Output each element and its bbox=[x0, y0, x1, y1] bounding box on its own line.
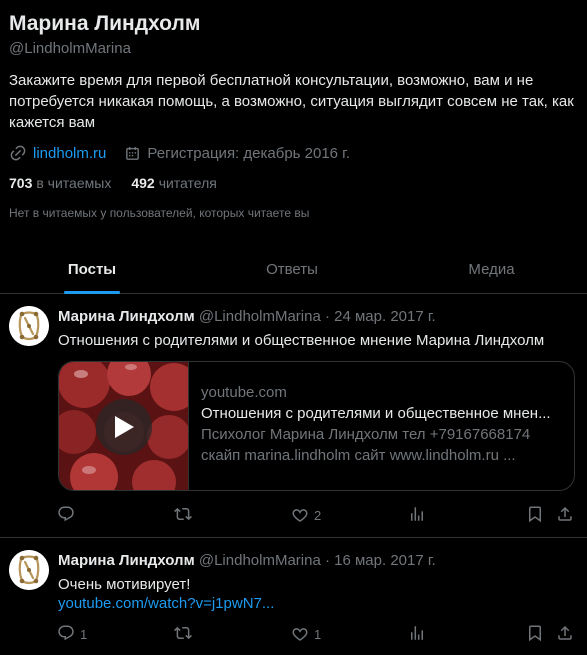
post-handle[interactable]: @LindholmMarina bbox=[199, 308, 321, 325]
repost-button[interactable] bbox=[174, 505, 197, 525]
bookmark-button[interactable] bbox=[526, 505, 544, 525]
reply-icon bbox=[57, 624, 75, 645]
reply-icon bbox=[57, 505, 75, 526]
link-card[interactable]: youtube.com Отношения с родителями и общ… bbox=[58, 361, 575, 491]
repost-button[interactable] bbox=[174, 624, 197, 644]
like-button[interactable]: 2 bbox=[291, 505, 321, 525]
profile-bio: Закажите время для первой бесплатной кон… bbox=[9, 72, 574, 131]
post[interactable]: Марина Линдхолм @LindholmMarina · 16 мар… bbox=[0, 538, 587, 655]
following-count: 703 bbox=[9, 175, 33, 191]
followers-you-know: Нет в читаемых у пользователей, которых … bbox=[9, 206, 310, 220]
share-icon bbox=[556, 505, 574, 526]
reply-count: 1 bbox=[80, 626, 88, 642]
avatar[interactable] bbox=[9, 550, 49, 590]
share-button[interactable] bbox=[556, 624, 574, 644]
like-count: 2 bbox=[314, 507, 322, 523]
tab-replies[interactable]: Ответы bbox=[196, 246, 388, 293]
profile-tabs: Посты Ответы Медиа bbox=[0, 246, 587, 294]
post-link[interactable]: youtube.com/watch?v=j1pwN7... bbox=[58, 595, 274, 612]
following-stat[interactable]: 703 в читаемых bbox=[9, 175, 111, 191]
post-header: Марина Линдхолм @LindholmMarina · 24 мар… bbox=[58, 308, 436, 325]
post-date[interactable]: · 16 мар. 2017 г. bbox=[325, 552, 436, 569]
reply-button[interactable]: 1 bbox=[57, 624, 87, 644]
card-title: Отношения с родителями и общественное мн… bbox=[201, 405, 551, 422]
following-label: в читаемых bbox=[36, 175, 112, 191]
like-count: 1 bbox=[314, 626, 322, 642]
profile-name: Марина Линдхолм bbox=[9, 12, 201, 35]
views-icon bbox=[408, 505, 426, 526]
views-button[interactable] bbox=[408, 624, 426, 644]
bookmark-icon bbox=[526, 505, 544, 526]
post-date[interactable]: · 24 мар. 2017 г. bbox=[325, 308, 436, 325]
profile-meta: lindholm.ru Регистрация: декабрь 2016 г. bbox=[9, 143, 350, 163]
like-icon bbox=[291, 624, 309, 645]
avatar[interactable] bbox=[9, 306, 49, 346]
views-icon bbox=[408, 624, 426, 645]
post[interactable]: Марина Линдхолм @LindholmMarina · 24 мар… bbox=[0, 294, 587, 538]
profile-website-link[interactable]: lindholm.ru bbox=[33, 145, 106, 162]
repost-icon bbox=[174, 505, 192, 526]
profile-join-date: Регистрация: декабрь 2016 г. bbox=[147, 144, 350, 162]
repost-icon bbox=[174, 624, 192, 645]
tab-media[interactable]: Медиа bbox=[396, 246, 587, 293]
followers-stat[interactable]: 492 читателя bbox=[131, 175, 217, 191]
share-button[interactable] bbox=[556, 505, 574, 525]
play-icon[interactable] bbox=[96, 399, 152, 455]
card-thumbnail bbox=[59, 362, 189, 490]
calendar-icon bbox=[124, 145, 141, 162]
profile-handle: @LindholmMarina bbox=[9, 40, 131, 57]
bookmark-button[interactable] bbox=[526, 624, 544, 644]
bookmark-icon bbox=[526, 624, 544, 645]
post-author[interactable]: Марина Линдхолм bbox=[58, 308, 195, 325]
post-text: Очень мотивирует! bbox=[58, 576, 191, 593]
post-header: Марина Линдхолм @LindholmMarina · 16 мар… bbox=[58, 552, 436, 569]
card-text: youtube.com Отношения с родителями и общ… bbox=[201, 382, 566, 466]
post-actions: 1 1 bbox=[0, 624, 587, 644]
card-domain: youtube.com bbox=[201, 384, 287, 401]
post-handle[interactable]: @LindholmMarina bbox=[199, 552, 321, 569]
card-description: Психолог Марина Линдхолм тел +7916766817… bbox=[201, 426, 531, 443]
views-button[interactable] bbox=[408, 505, 426, 525]
followers-count: 492 bbox=[131, 175, 155, 191]
post-actions: 2 bbox=[0, 505, 587, 525]
profile-stats: 703 в читаемых 492 читателя bbox=[9, 175, 217, 191]
share-icon bbox=[556, 624, 574, 645]
followers-label: читателя bbox=[158, 175, 217, 191]
link-icon bbox=[9, 144, 27, 162]
post-author[interactable]: Марина Линдхолм bbox=[58, 552, 195, 569]
tab-posts[interactable]: Посты bbox=[0, 246, 184, 293]
post-text: Отношения с родителями и общественное мн… bbox=[58, 332, 545, 349]
reply-button[interactable] bbox=[57, 505, 80, 525]
like-icon bbox=[291, 505, 309, 526]
card-description: скайп marina.lindholm сайт www.lindholm.… bbox=[201, 447, 516, 464]
like-button[interactable]: 1 bbox=[291, 624, 321, 644]
